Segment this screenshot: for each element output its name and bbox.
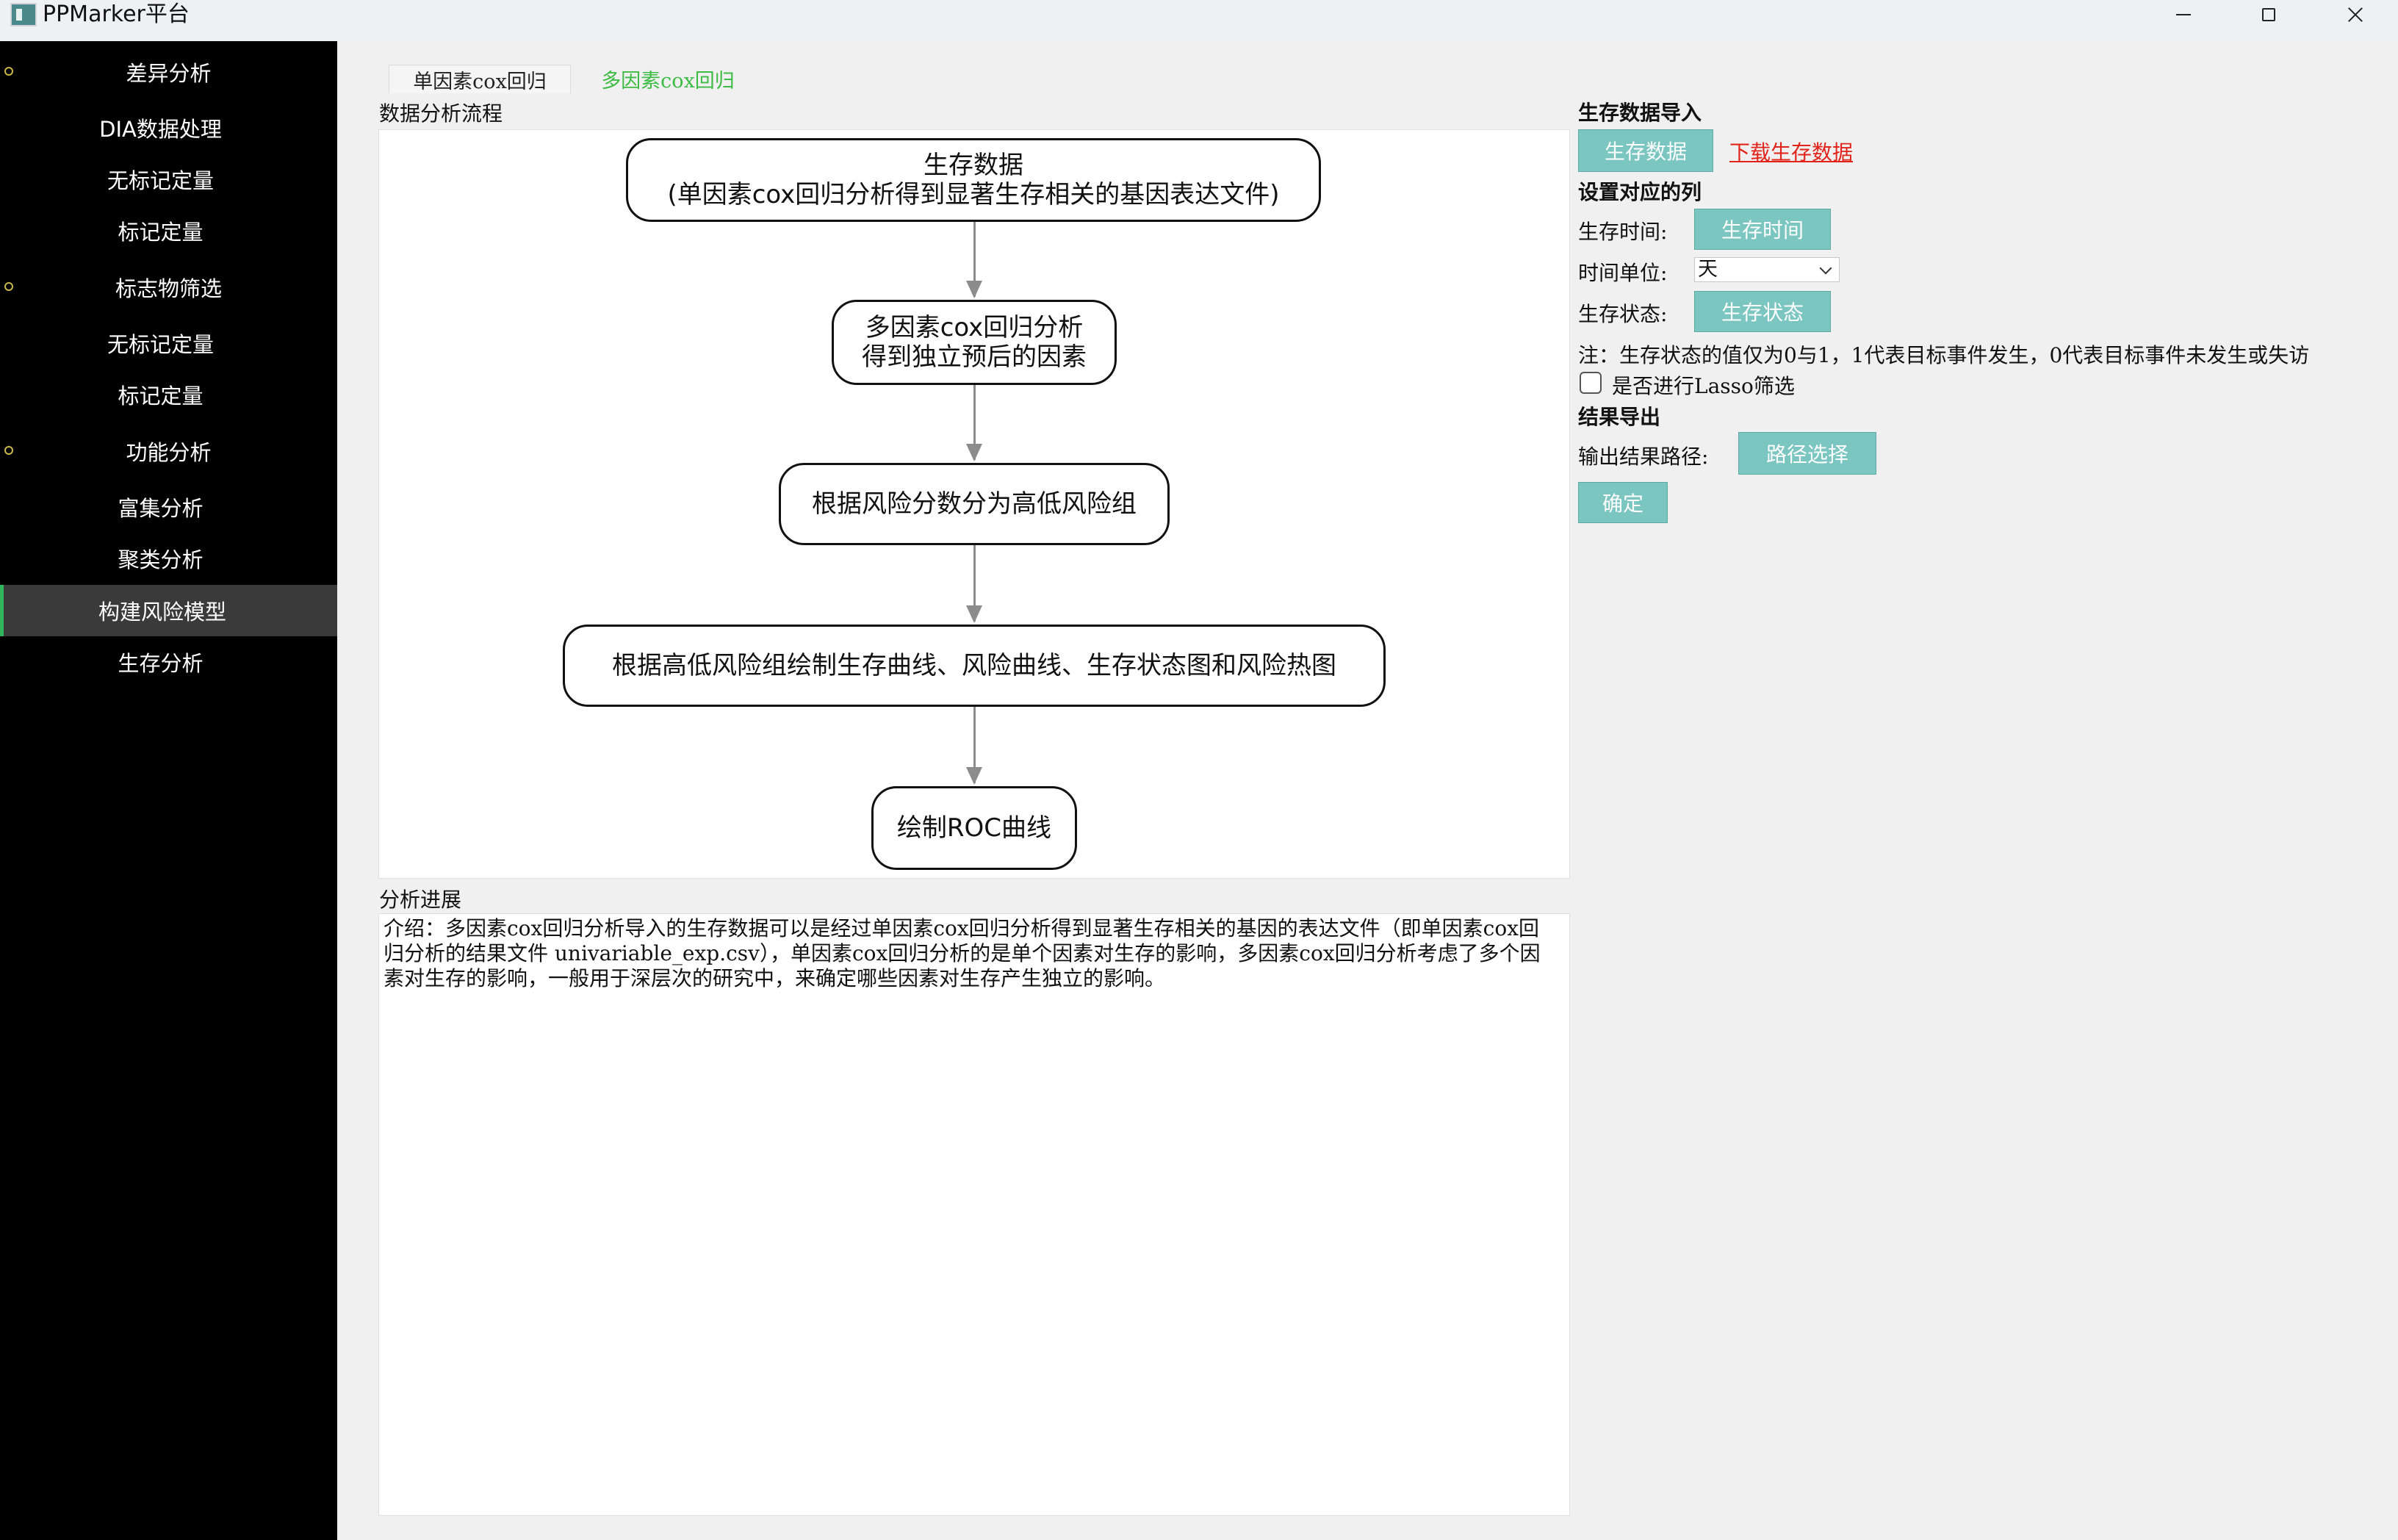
minimize-icon — [2176, 14, 2191, 15]
progress-log-panel — [378, 913, 1570, 1516]
workflow-label: 数据分析流程 — [379, 101, 503, 126]
survival-time-button[interactable]: 生存时间 — [1694, 209, 1831, 250]
sidebar-item-survival[interactable]: 生存分析 — [0, 636, 329, 688]
sidebar-item-label: 差异分析 — [126, 61, 212, 86]
time-unit-value: 天 — [1698, 258, 1718, 281]
window-title: PPMarker平台 — [43, 1, 190, 27]
confirm-button[interactable]: 确定 — [1578, 482, 1668, 523]
sidebar: 差异分析 DIA数据处理 无标记定量 标记定量 标志物筛选 无标记定量 标记定量… — [0, 41, 337, 1540]
sidebar-item-function-analysis[interactable]: 功能分析 — [0, 425, 337, 477]
path-select-button[interactable]: 路径选择 — [1738, 432, 1876, 475]
flow-node-text: 根据高低风险组绘制生存曲线、风险曲线、生存状态图和风险热图 — [612, 651, 1336, 680]
sidebar-item-diff-analysis[interactable]: 差异分析 — [0, 46, 337, 98]
tab-multivariate-cox[interactable]: 多因素cox回归 — [588, 65, 747, 93]
sidebar-item-label: 无标记定量 — [107, 332, 214, 357]
flow-node-text: 根据风险分数分为高低风险组 — [812, 489, 1137, 519]
sidebar-item-label: 标记定量 — [118, 384, 204, 409]
sidebar-item-label: 聚类分析 — [118, 547, 204, 572]
columns-section-title: 设置对应的列 — [1578, 180, 1702, 204]
flow-node-multivariate-cox: 多因素cox回归分析 得到独立预后的因素 — [832, 300, 1117, 385]
flow-arrow — [966, 545, 982, 623]
export-section-title: 结果导出 — [1578, 405, 1661, 429]
sidebar-item-label: 生存分析 — [118, 651, 204, 676]
progress-label: 分析进展 — [379, 888, 462, 912]
sidebar-item-label: 功能分析 — [126, 440, 212, 465]
flow-node-curves: 根据高低风险组绘制生存曲线、风险曲线、生存状态图和风险热图 — [563, 625, 1386, 707]
sidebar-item-labelfree-2[interactable]: 无标记定量 — [0, 317, 329, 369]
sidebar-item-risk-model[interactable]: 构建风险模型 — [0, 585, 337, 636]
title-bar: PPMarker平台 — [0, 0, 2398, 41]
sidebar-item-label: 标记定量 — [118, 220, 204, 245]
import-survival-data-button[interactable]: 生存数据 — [1578, 129, 1713, 172]
intro-text: 介绍：多因素cox回归分析导入的生存数据可以是经过单因素cox回归分析得到显著生… — [384, 916, 1541, 990]
sidebar-item-labelfree-1[interactable]: 无标记定量 — [0, 154, 329, 205]
status-note: 注：生存状态的值仅为0与1，1代表目标事件发生，0代表目标事件未发生或失访 — [1578, 343, 2310, 367]
close-icon — [2347, 7, 2363, 23]
flow-arrow — [966, 222, 982, 298]
sidebar-item-label: 富集分析 — [118, 496, 204, 521]
sidebar-item-label: DIA数据处理 — [99, 117, 222, 142]
time-unit-label: 时间单位: — [1578, 261, 1668, 285]
import-section-title: 生存数据导入 — [1578, 101, 1702, 125]
sidebar-item-dia[interactable]: DIA数据处理 — [0, 102, 329, 154]
flow-node-roc: 绘制ROC曲线 — [871, 786, 1077, 870]
survival-status-label: 生存状态: — [1578, 302, 1668, 326]
flow-node-survival-data: 生存数据 (单因素cox回归分析得到显著生存相关的基因表达文件) — [626, 138, 1321, 222]
lasso-checkbox[interactable] — [1580, 372, 1602, 394]
expand-icon — [4, 67, 13, 76]
maximize-icon — [2262, 8, 2275, 21]
close-button[interactable] — [2313, 0, 2398, 29]
flow-node-text: 生存数据 — [923, 151, 1023, 180]
flow-node-text: 绘制ROC曲线 — [896, 813, 1052, 843]
app-icon — [10, 3, 37, 26]
flow-node-risk-groups: 根据风险分数分为高低风险组 — [779, 463, 1170, 545]
sidebar-item-labeled-2[interactable]: 标记定量 — [0, 369, 329, 420]
download-survival-data-link[interactable]: 下载生存数据 — [1729, 137, 1853, 166]
sidebar-item-labeled-1[interactable]: 标记定量 — [0, 205, 329, 256]
output-path-label: 输出结果路径: — [1578, 445, 1709, 469]
time-unit-select[interactable]: 天 — [1694, 257, 1840, 282]
minimize-button[interactable] — [2141, 0, 2226, 29]
maximize-button[interactable] — [2226, 0, 2311, 29]
flow-node-text: (单因素cox回归分析得到显著生存相关的基因表达文件) — [667, 180, 1280, 209]
flow-node-text: 多因素cox回归分析 — [865, 313, 1084, 342]
tab-univariate-cox[interactable]: 单因素cox回归 — [389, 65, 571, 93]
flow-arrow — [966, 385, 982, 461]
lasso-label: 是否进行Lasso筛选 — [1612, 374, 1795, 398]
sidebar-item-marker-screening[interactable]: 标志物筛选 — [0, 262, 337, 313]
survival-status-button[interactable]: 生存状态 — [1694, 291, 1831, 332]
survival-time-label: 生存时间: — [1578, 220, 1668, 244]
flow-arrow — [966, 707, 982, 785]
expand-icon — [4, 282, 13, 291]
sidebar-item-label: 构建风险模型 — [98, 600, 226, 625]
chevron-down-icon — [1819, 262, 1832, 275]
sidebar-item-enrichment[interactable]: 富集分析 — [0, 481, 329, 533]
sidebar-item-label: 无标记定量 — [107, 168, 214, 193]
sidebar-item-label: 标志物筛选 — [115, 276, 222, 301]
expand-icon — [4, 446, 13, 455]
sidebar-item-clustering[interactable]: 聚类分析 — [0, 533, 329, 584]
flow-node-text: 得到独立预后的因素 — [862, 342, 1087, 372]
